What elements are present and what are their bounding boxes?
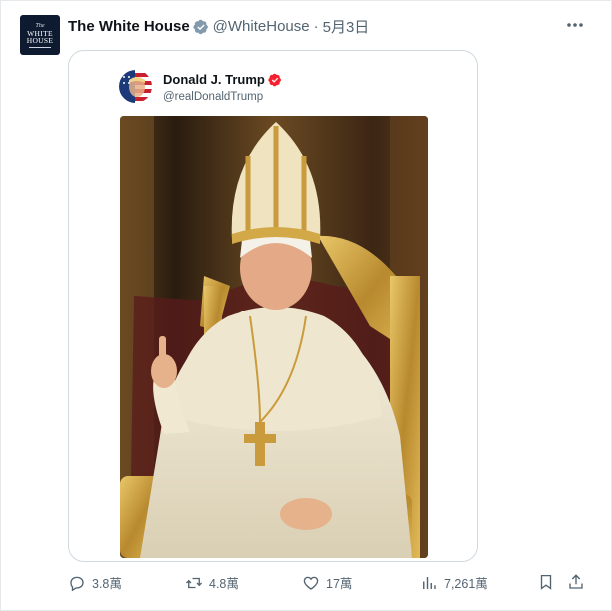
avatar-rule — [29, 46, 51, 48]
author-handle[interactable]: @WhiteHouse — [213, 18, 310, 35]
more-horizontal-icon — [567, 23, 583, 27]
share-icon — [569, 574, 583, 589]
separator-dot: · — [313, 18, 319, 35]
views-button[interactable]: 7,261萬 — [420, 573, 488, 592]
quoted-author-avatar[interactable] — [119, 70, 152, 103]
quoted-handle[interactable]: @realDonaldTrump — [163, 91, 263, 103]
views-count: 7,261萬 — [444, 577, 488, 591]
reply-icon — [70, 576, 84, 591]
like-button[interactable]: 17萬 — [302, 573, 352, 592]
reply-count: 3.8萬 — [92, 577, 122, 591]
avatar-text-line1: The — [35, 22, 45, 29]
share-button[interactable] — [567, 573, 585, 591]
quoted-name-row: Donald J. Trump — [163, 72, 282, 87]
tweet-container: The WHITE HOUSE The White House @WhiteHo… — [0, 0, 612, 611]
bookmark-icon — [540, 574, 552, 590]
verified-badge-icon — [193, 19, 208, 34]
repost-icon — [186, 577, 202, 588]
like-count: 17萬 — [326, 577, 353, 591]
author-avatar[interactable]: The WHITE HOUSE — [20, 15, 60, 55]
quoted-post-image[interactable] — [120, 116, 428, 558]
action-bar: 3.8萬 4.8萬 17萬 7,261萬 — [1, 569, 612, 599]
avatar-text-line3: HOUSE — [26, 36, 54, 45]
quoted-post-card[interactable]: Donald J. Trump @realDonaldTrump — [68, 50, 478, 562]
reply-button[interactable]: 3.8萬 — [68, 573, 122, 592]
post-date[interactable]: 5月3日 — [323, 16, 370, 37]
quoted-display-name[interactable]: Donald J. Trump — [163, 72, 265, 87]
bookmark-button[interactable] — [537, 573, 555, 591]
tweet-header: The White House @WhiteHouse · 5月3日 — [68, 16, 369, 37]
flag-portrait-icon — [119, 70, 152, 103]
repost-count: 4.8萬 — [209, 577, 239, 591]
repost-button[interactable]: 4.8萬 — [185, 573, 239, 592]
views-chart-icon — [423, 576, 436, 589]
verified-badge-icon — [268, 73, 281, 86]
heart-icon — [303, 576, 319, 590]
more-options-button[interactable] — [563, 15, 587, 35]
author-display-name[interactable]: The White House — [68, 18, 190, 35]
papal-portrait-illustration — [120, 116, 428, 558]
